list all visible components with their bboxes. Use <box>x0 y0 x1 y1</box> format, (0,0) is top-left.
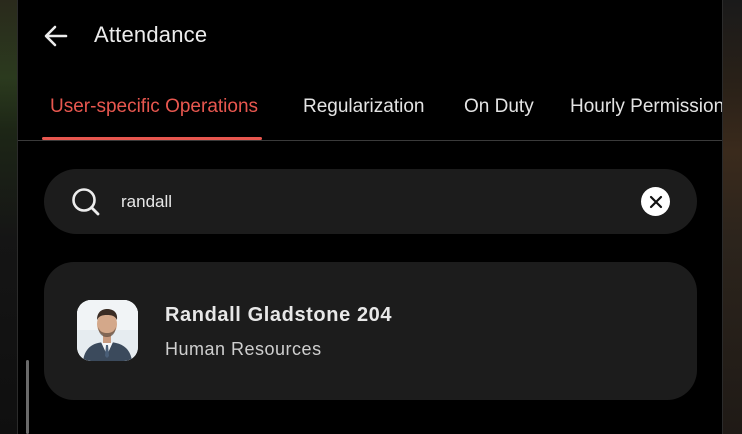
tab-hourly-permission[interactable]: Hourly Permission <box>570 96 722 118</box>
arrow-left-icon <box>44 25 68 47</box>
employee-department: Human Resources <box>165 339 322 359</box>
employee-name: Randall Gladstone 204 <box>165 304 393 326</box>
back-button[interactable] <box>40 20 72 52</box>
search-input[interactable] <box>121 188 621 216</box>
avatar <box>77 300 138 361</box>
search-icon <box>72 188 100 216</box>
tab-user-specific-operations[interactable]: User-specific Operations <box>50 96 258 118</box>
close-icon <box>649 195 662 208</box>
attendance-panel: Attendance User-specific Operations Regu… <box>17 0 723 434</box>
tab-regularization[interactable]: Regularization <box>303 96 424 118</box>
tab-bar: User-specific Operations Regularization … <box>18 86 722 141</box>
background-right-edge <box>723 0 742 434</box>
background-left-edge <box>0 0 17 434</box>
page-title: Attendance <box>94 22 208 47</box>
employee-result-card[interactable]: Randall Gladstone 204 Human Resources <box>44 262 697 400</box>
scrollbar[interactable] <box>26 360 29 434</box>
active-tab-indicator <box>42 137 262 140</box>
clear-search-button[interactable] <box>641 187 670 216</box>
tab-on-duty[interactable]: On Duty <box>464 96 534 118</box>
header: Attendance <box>18 0 722 72</box>
search-bar <box>44 169 697 234</box>
